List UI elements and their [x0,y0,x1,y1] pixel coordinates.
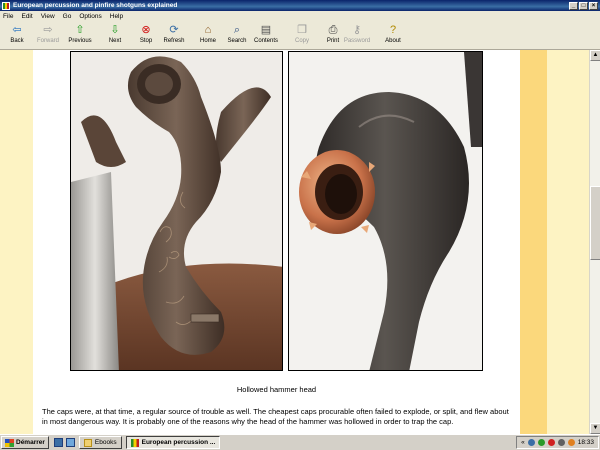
toolbar-button-contents[interactable]: ▤ Contents [251,24,281,44]
toolbar-button-back[interactable]: ⇦ Back [2,24,32,44]
toolbar-button-home[interactable]: ⌂ Home [193,24,223,44]
menu-go[interactable]: Go [63,13,72,20]
home-icon: ⌂ [204,24,212,36]
copy-icon: ❐ [297,24,307,36]
toolbar-label: Stop [139,38,153,44]
stop-icon: ⊗ [141,24,151,36]
menu-edit[interactable]: Edit [21,13,32,20]
taskbar-button-ebooks[interactable]: Ebooks [78,436,122,449]
scroll-down-arrow-icon[interactable]: ▼ [590,423,600,434]
start-button[interactable]: Démarrer [1,436,49,449]
quick-launch [53,438,75,447]
key-icon: ⚷ [352,24,362,36]
scroll-thumb[interactable] [590,186,600,260]
toolbar-label: Back [10,38,24,44]
close-button[interactable]: × [589,1,598,10]
quick-launch-desktop-icon[interactable] [65,438,75,447]
toolbar-label: Password [343,38,371,44]
network-icon[interactable] [527,439,535,446]
tray-expand-button[interactable]: « [521,439,525,446]
toolbar-label: Search [227,38,247,44]
printer-icon: ⎙ [328,24,338,36]
hammer-cap-illustration [289,52,482,370]
window-controls: _ □ × [569,1,600,10]
toolbar-button-previous[interactable]: ⇧ Previous [65,24,95,44]
body-paragraph: The caps were, at that time, a regular s… [42,407,509,426]
ebook-app-icon [130,438,139,447]
toolbar-label: Previous [68,38,92,44]
toolbar-button-next[interactable]: ⇩ Next [100,24,130,44]
maximize-button[interactable]: □ [579,1,588,10]
toolbar-label: Contents [253,38,278,44]
menu-help[interactable]: Help [110,13,123,20]
antivirus-icon[interactable] [547,439,555,446]
toolbar-button-stop[interactable]: ⊗ Stop [131,24,161,44]
menu-file[interactable]: File [3,13,13,20]
hammer-side-photo [70,51,283,371]
toolbar-label: About [385,38,401,44]
taskbar: Démarrer Ebooks European percussion ... … [0,434,600,450]
task-label: Ebooks [94,439,117,446]
folder-icon [83,438,92,447]
task-label: European percussion ... [141,439,216,446]
up-arrow-icon: ⇧ [75,24,85,36]
toolbar-label: Refresh [163,38,185,44]
content-viewport: Hollowed hammer head The caps were, at t… [0,50,589,434]
down-arrow-icon: ⇩ [110,24,120,36]
toolbar-button-refresh[interactable]: ⟳ Refresh [159,24,189,44]
toolbar-label: Home [199,38,216,44]
update-icon[interactable] [567,439,575,446]
vertical-scrollbar[interactable]: ▲ ▼ [589,50,600,434]
menu-bar: File Edit View Go Options Help [0,11,600,22]
window-title: European percussion and pinfire shotguns… [13,2,178,9]
windows-logo-icon [5,438,14,447]
toolbar-label: Print [326,38,340,44]
hammer-side-illustration [71,52,282,370]
toolbar-label: Copy [294,38,309,44]
toolbar-label: Next [108,38,122,44]
quick-launch-browser-icon[interactable] [53,438,63,447]
volume-icon[interactable] [557,439,565,446]
decorative-side-strip [520,50,547,434]
back-arrow-icon: ⇦ [12,24,22,36]
search-icon: ⌕ [233,24,241,36]
toolbar-button-copy: ❐ Copy [287,24,317,44]
about-icon: ? [389,24,397,36]
app-icon [2,1,10,10]
minimize-button[interactable]: _ [569,1,578,10]
toolbar-button-forward: ⇨ Forward [33,24,63,44]
menu-view[interactable]: View [41,13,55,20]
scroll-up-arrow-icon[interactable]: ▲ [590,50,600,61]
forward-arrow-icon: ⇨ [43,24,53,36]
toolbar-button-search[interactable]: ⌕ Search [222,24,252,44]
refresh-icon: ⟳ [169,24,179,36]
toolbar-button-about[interactable]: ? About [378,24,408,44]
contents-icon: ▤ [260,24,272,36]
clock[interactable]: 18:33 [578,439,594,446]
hammer-cap-closeup-photo [288,51,483,371]
security-icon[interactable] [537,439,545,446]
toolbar-button-password: ⚷ Password [342,24,372,44]
taskbar-button-ebook[interactable]: European percussion ... [125,436,221,449]
start-label: Démarrer [16,439,45,446]
system-tray: « 18:33 [516,436,599,449]
window-titlebar: European percussion and pinfire shotguns… [0,0,600,11]
menu-options[interactable]: Options [79,13,101,20]
toolbar-label: Forward [36,38,59,44]
photo-caption: Hollowed hammer head [236,385,317,394]
toolbar: ⇦ Back ⇨ Forward ⇧ Previous ⇩ Next ⊗ Stop ⟳ Refresh… [0,22,600,50]
